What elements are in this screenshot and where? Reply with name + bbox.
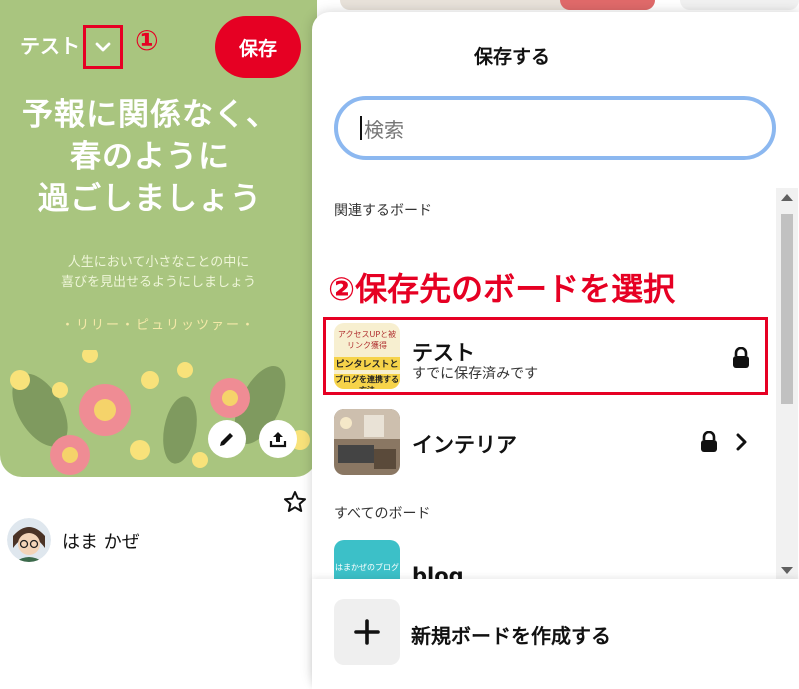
board-list-scrollbar[interactable] <box>776 188 798 580</box>
scroll-down-arrow-icon[interactable] <box>781 567 793 574</box>
plus-icon <box>354 619 380 645</box>
board-item-test[interactable]: アクセスUPと被リンク獲得 ピンタレストと ブログを連携する方法 テスト すでに… <box>334 323 764 389</box>
annotation-step-1: ① <box>135 24 159 57</box>
board-item-label: インテリア <box>412 433 517 457</box>
pencil-icon <box>220 433 233 446</box>
edit-button[interactable] <box>208 420 246 458</box>
scroll-up-arrow-icon[interactable] <box>781 194 793 201</box>
board-thumbnail: はまかぜのブログ <box>334 540 400 580</box>
lock-icon <box>733 347 749 368</box>
background-pin-thumbnail <box>680 0 799 10</box>
scrollbar-thumb[interactable] <box>781 214 793 404</box>
board-item-blog[interactable]: はまかぜのブログ blog <box>334 540 764 580</box>
pin-subtitle: 人生において小さなことの中に 喜びを見出せるようにしましょう <box>60 255 256 290</box>
board-item-label: blog <box>412 564 464 580</box>
background-pin-save-button <box>560 0 655 10</box>
user-name[interactable]: はま かぜ <box>62 528 140 554</box>
board-thumbnail <box>334 409 400 475</box>
selected-board-name[interactable]: テスト <box>20 30 80 59</box>
all-boards-label: すべてのボード <box>334 506 431 522</box>
pin-title: 予報に関係なく、 春のように 過ごしましょう <box>22 97 278 217</box>
save-button[interactable]: 保存 <box>215 16 301 78</box>
panel-title: 保存する <box>473 46 550 68</box>
star-icon[interactable] <box>283 490 307 518</box>
create-board-button[interactable] <box>334 599 400 665</box>
board-search-input[interactable]: 検索 <box>334 96 776 160</box>
search-placeholder: 検索 <box>364 117 404 142</box>
board-thumbnail: アクセスUPと被リンク獲得 ピンタレストと ブログを連携する方法 <box>334 323 400 389</box>
text-caret <box>360 116 362 140</box>
board-dropdown-button[interactable] <box>83 25 123 69</box>
chevron-right-icon[interactable] <box>736 433 748 451</box>
board-item-saved-note: すでに保存済みです <box>412 366 539 382</box>
flower-illustration <box>10 350 310 475</box>
share-button[interactable] <box>259 420 297 458</box>
pin-image[interactable]: 予報に関係なく、 春のように 過ごしましょう 人生において小さなことの中に 喜び… <box>0 0 317 477</box>
annotation-step-2: ②保存先のボードを選択 <box>328 270 676 308</box>
save-to-board-panel: 保存する 検索 関連するボード ②保存先のボードを選択 アクセスUPと被リンク獲… <box>312 12 799 689</box>
avatar[interactable] <box>7 518 51 562</box>
create-board-footer: 新規ボードを作成する <box>312 579 799 689</box>
pin-quote-author: ・リリー・ピュリッツァー・ <box>60 318 256 333</box>
chevron-down-icon <box>95 42 111 52</box>
related-boards-label: 関連するボード <box>334 203 432 219</box>
create-board-label[interactable]: 新規ボードを作成する <box>411 620 611 649</box>
lock-icon <box>701 431 717 452</box>
share-icon <box>269 432 287 448</box>
board-item-interior[interactable]: インテリア <box>334 409 764 475</box>
